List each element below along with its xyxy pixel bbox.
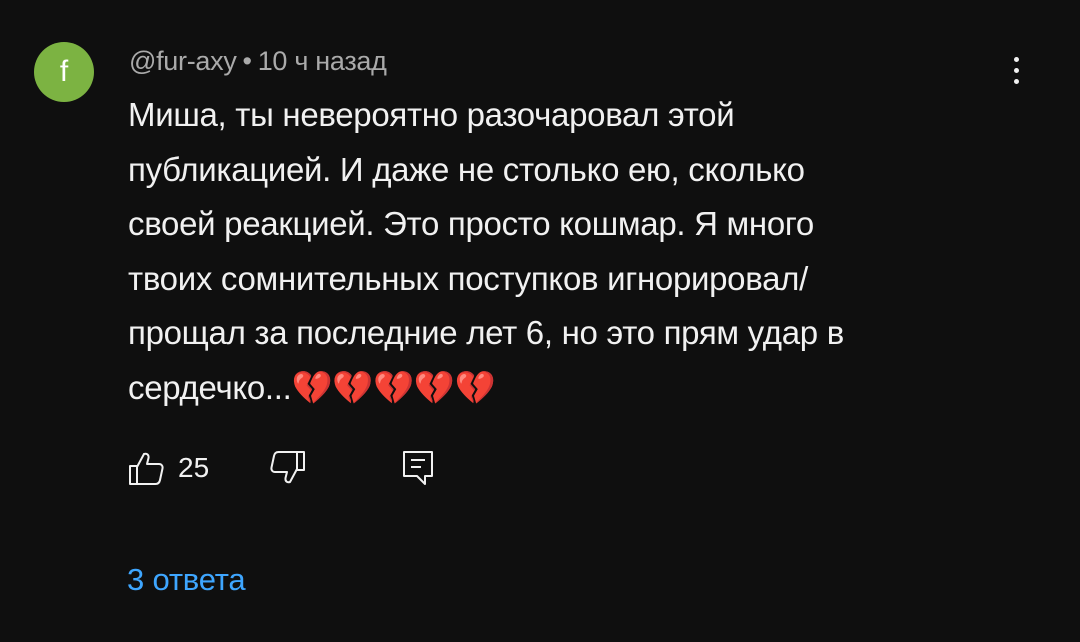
replies-link[interactable]: 3 ответа xyxy=(127,562,246,598)
comment-text: Миша, ты невероятно разочаровал этой пуб… xyxy=(128,96,844,406)
header-separator: • xyxy=(242,46,252,76)
more-vert-icon-dot xyxy=(1013,78,1019,84)
like-button[interactable]: 25 xyxy=(126,448,209,488)
comment-header: @fur-axy • 10 ч назад xyxy=(129,46,387,77)
like-count: 25 xyxy=(178,452,210,483)
reply-button[interactable] xyxy=(400,448,436,488)
more-options-button[interactable] xyxy=(1000,50,1032,90)
avatar[interactable]: f xyxy=(34,42,94,102)
reply-comment-icon xyxy=(403,451,434,485)
avatar-letter: f xyxy=(59,55,69,88)
comment-timestamp[interactable]: 10 ч назад xyxy=(258,46,387,76)
author-handle[interactable]: @fur-axy xyxy=(129,46,237,76)
thumb-down-icon xyxy=(270,451,306,484)
more-vert-icon-dot xyxy=(1013,67,1019,73)
more-vert-icon-dot xyxy=(1013,56,1019,62)
dislike-button[interactable] xyxy=(265,448,309,488)
thumb-up-icon xyxy=(129,452,164,485)
comment-actions: 25 xyxy=(126,446,436,490)
